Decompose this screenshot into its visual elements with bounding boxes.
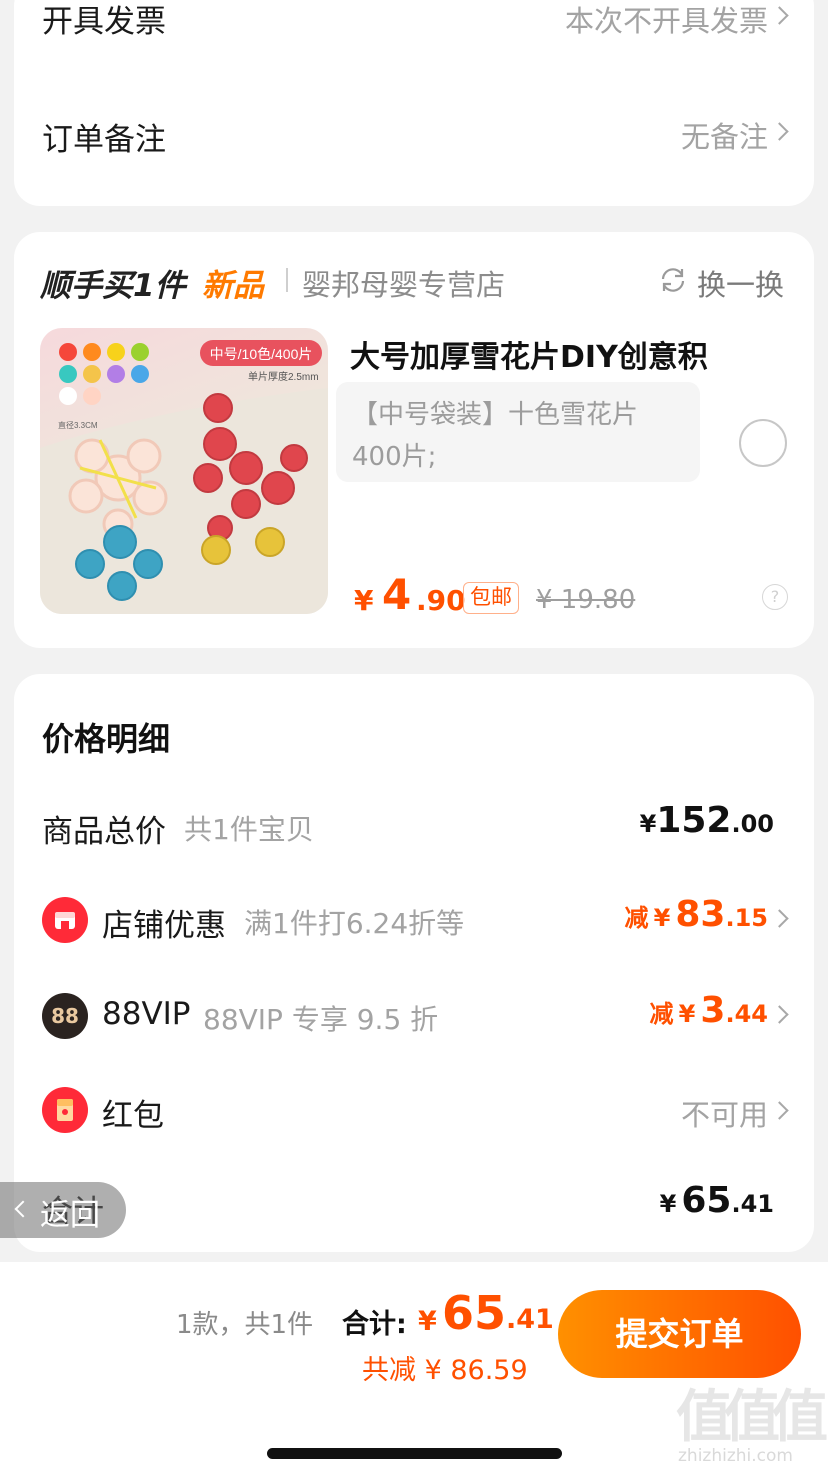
store-discount-label: 店铺优惠	[102, 908, 226, 944]
bottom-total-label: 合计:	[342, 1309, 407, 1340]
order-note-row[interactable]: 订单备注 无备注	[14, 114, 814, 186]
price-integer: 4	[382, 570, 412, 619]
red-packet-value: 不可用	[680, 1098, 768, 1132]
bottom-total-currency: ¥	[418, 1306, 437, 1337]
invoice-value: 本次不开具发票	[564, 4, 768, 38]
red-packet-icon	[42, 1087, 88, 1133]
sku-selector[interactable]: 【中号袋装】十色雪花片 400片;	[336, 382, 700, 482]
store-discount-sub: 满1件打6.24折等	[244, 907, 465, 940]
svg-text:中号/10色/400片: 中号/10色/400片	[210, 346, 313, 362]
goods-total-amount: ¥152.00	[639, 800, 774, 841]
checkout-bar: 1款，共1件 合计: ¥ 65 .41 共减 ¥ 86.59 提交订单 值 值 …	[0, 1262, 828, 1477]
bottom-total-decimal: .41	[506, 1304, 554, 1335]
chevron-right-icon	[770, 122, 789, 141]
free-shipping-badge: 包邮	[463, 582, 519, 614]
order-note-label: 订单备注	[42, 122, 166, 158]
total-row: 合计 ¥ 65.41	[14, 1176, 814, 1236]
price-currency: ¥	[354, 584, 374, 617]
back-label: 返回	[40, 1198, 100, 1233]
store-name[interactable]: 婴邦母婴专营店	[302, 262, 505, 304]
add-on-title: 顺手买1件	[40, 268, 186, 304]
red-packet-label: 红包	[102, 1098, 164, 1134]
chevron-right-icon	[770, 1005, 789, 1024]
invoice-row[interactable]: 开具发票 本次不开具发票	[14, 0, 814, 72]
order-note-value: 无备注	[680, 120, 768, 154]
goods-total-row: 商品总价 共1件宝贝 ¥152.00	[14, 796, 814, 856]
vip-label: 88VIP	[102, 996, 191, 1032]
item-count: 1款，共1件	[176, 1310, 314, 1340]
snowflake-toy-illustration: 中号/10色/400片 单片厚度2.5mm 直径3.3CM	[40, 340, 328, 614]
submit-order-button[interactable]: 提交订单	[558, 1290, 801, 1378]
new-tag: 新品	[202, 268, 264, 304]
svg-text:单片厚度2.5mm: 单片厚度2.5mm	[248, 370, 319, 383]
swap-button[interactable]: 换一换	[697, 262, 784, 304]
watermark: 值 值 值 zhizhizhi.com	[676, 1385, 828, 1466]
product-image[interactable]: 中号/10色/400片 单片厚度2.5mm 直径3.3CM	[40, 328, 328, 614]
red-packet-row[interactable]: 红包 不可用	[14, 1080, 814, 1140]
vip-amount: 减 ¥ 3.44	[649, 990, 768, 1031]
goods-total-label: 商品总价	[42, 814, 166, 850]
add-on-card: 顺手买1件 新品 婴邦母婴专营店 换一换 中号/10色/400片 单片厚度2.5…	[14, 232, 814, 648]
invoice-label: 开具发票	[42, 4, 166, 40]
svg-text:直径3.3CM: 直径3.3CM	[58, 420, 98, 430]
home-indicator	[267, 1448, 562, 1459]
color-swatches	[59, 343, 149, 405]
original-price: ¥ 19.80	[536, 585, 636, 615]
select-radio[interactable]	[739, 419, 787, 467]
sku-text: 【中号袋装】十色雪花片 400片;	[352, 400, 639, 472]
total-amount: ¥ 65.41	[659, 1180, 774, 1221]
vip-row[interactable]: 88 88VIP 88VIP 专享 9.5 折 减 ¥ 3.44	[14, 986, 814, 1046]
price-decimal: .90	[416, 584, 466, 617]
divider	[286, 268, 288, 292]
bottom-total-integer: 65	[442, 1286, 507, 1340]
chevron-right-icon	[770, 909, 789, 928]
store-icon	[42, 897, 88, 943]
watermark-url: zhizhizhi.com	[678, 1446, 793, 1466]
total-saved: 共减 ¥ 86.59	[362, 1355, 528, 1386]
section-title: 价格明细	[42, 720, 171, 758]
store-discount-row[interactable]: 店铺优惠 满1件打6.24折等 减 ¥ 83.15	[14, 890, 814, 950]
vip-sub: 88VIP 专享 9.5 折	[203, 1003, 439, 1036]
product-title[interactable]: 大号加厚雪花片DIY创意积	[350, 332, 708, 376]
chevron-left-icon	[14, 1200, 32, 1218]
help-icon[interactable]: ?	[762, 584, 788, 610]
invoice-note-card: 开具发票 本次不开具发票 订单备注 无备注	[14, 0, 814, 206]
chevron-right-icon	[770, 1101, 789, 1120]
price-details-card: 价格明细 商品总价 共1件宝贝 ¥152.00 店铺优惠 满1件打6.24折等 …	[14, 674, 814, 1252]
store-discount-amount: 减 ¥ 83.15	[624, 894, 768, 935]
chevron-right-icon	[770, 6, 789, 25]
back-button[interactable]: 返回	[0, 1182, 126, 1238]
goods-total-sub: 共1件宝贝	[184, 813, 314, 846]
vip-88-icon: 88	[42, 993, 88, 1039]
refresh-icon[interactable]	[658, 265, 688, 295]
